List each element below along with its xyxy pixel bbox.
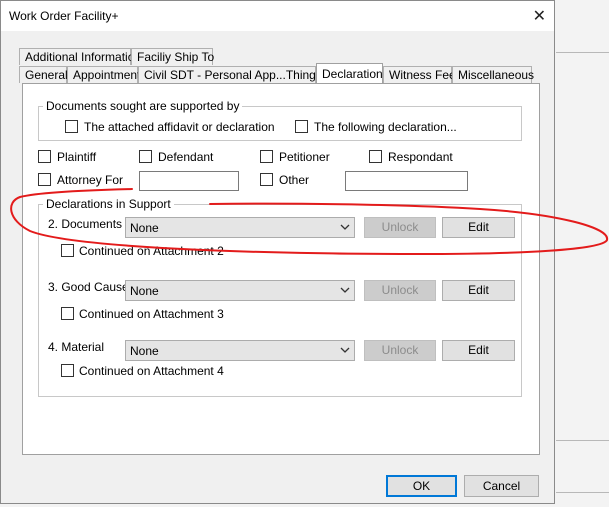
documents-sought-legend: Documents sought are supported by [43, 99, 243, 113]
good-cause-row-label: 3. Good Cause [48, 280, 129, 294]
declarations-legend: Declarations in Support [43, 197, 174, 211]
window-title: Work Order Facility+ [9, 9, 119, 23]
tab-declaration[interactable]: Declaration [316, 63, 383, 83]
tab-label: Civil SDT - Personal App...Things... [144, 68, 332, 82]
continued-attachment-2-label: Continued on Attachment 2 [79, 244, 224, 258]
good-cause-select[interactable]: None [125, 280, 355, 301]
plaintiff-label: Plaintiff [57, 150, 97, 164]
material-row-label: 4. Material [48, 340, 105, 354]
continued-attachment-4-label: Continued on Attachment 4 [79, 364, 224, 378]
continued-attachment-2-checkbox[interactable] [61, 244, 74, 257]
tab-label: Additional Information [25, 50, 142, 64]
petitioner-checkbox[interactable] [260, 150, 273, 163]
tab-label: Declaration [322, 67, 383, 81]
documents-select[interactable]: None [125, 217, 355, 238]
continued-attachment-3-label: Continued on Attachment 3 [79, 307, 224, 321]
tab-additional-information[interactable]: Additional Information [19, 48, 141, 65]
ok-button[interactable]: OK [386, 475, 457, 497]
defendant-label: Defendant [158, 150, 214, 164]
continued-attachment-3-checkbox[interactable] [61, 307, 74, 320]
chevron-down-icon [340, 347, 350, 353]
background-divider [556, 52, 609, 53]
tab-faciliy-ship-to[interactable]: Faciliy Ship To [131, 48, 215, 65]
attached-affidavit-label: The attached affidavit or declaration [84, 120, 275, 134]
other-input[interactable] [345, 171, 468, 191]
tab-label: Witness Fee [389, 68, 456, 82]
plaintiff-checkbox[interactable] [38, 150, 51, 163]
material-edit-button[interactable]: Edit [442, 340, 515, 361]
material-select[interactable]: None [125, 340, 355, 361]
material-select-value: None [130, 344, 159, 358]
tab-label: Faciliy Ship To [137, 50, 215, 64]
respondant-checkbox[interactable] [369, 150, 382, 163]
tab-general[interactable]: General [19, 66, 68, 83]
good-cause-unlock-button[interactable]: Unlock [364, 280, 436, 301]
attorney-for-label: Attorney For [57, 173, 124, 187]
continued-attachment-4-checkbox[interactable] [61, 364, 74, 377]
cancel-button[interactable]: Cancel [464, 475, 539, 497]
defendant-checkbox[interactable] [139, 150, 152, 163]
chevron-down-icon [340, 287, 350, 293]
tab-label: Miscellaneous [458, 68, 535, 82]
documents-edit-button[interactable]: Edit [442, 217, 515, 238]
tab-witness-fee[interactable]: Witness Fee [383, 66, 456, 83]
declaration-panel: Documents sought are supported by The at… [22, 83, 540, 455]
tab-label: Appointment [73, 68, 141, 82]
work-order-dialog: Work Order Facility+ ✕ Additional Inform… [0, 0, 555, 504]
tab-label: General [25, 68, 68, 82]
petitioner-label: Petitioner [279, 150, 330, 164]
attorney-for-input[interactable] [139, 171, 239, 191]
material-unlock-button[interactable]: Unlock [364, 340, 436, 361]
tab-civil-sdt[interactable]: Civil SDT - Personal App...Things... [138, 66, 332, 83]
following-declaration-label: The following declaration... [314, 120, 457, 134]
background-divider [556, 440, 609, 441]
good-cause-edit-button[interactable]: Edit [442, 280, 515, 301]
following-declaration-checkbox[interactable] [295, 120, 308, 133]
tab-appointment[interactable]: Appointment [67, 66, 141, 83]
attorney-for-checkbox[interactable] [38, 173, 51, 186]
title-bar: Work Order Facility+ ✕ [1, 1, 554, 31]
background-divider [556, 492, 609, 493]
chevron-down-icon [340, 224, 350, 230]
attached-affidavit-checkbox[interactable] [65, 120, 78, 133]
documents-unlock-button[interactable]: Unlock [364, 217, 436, 238]
other-label: Other [279, 173, 310, 187]
respondant-label: Respondant [388, 150, 453, 164]
documents-row-label: 2. Documents [48, 217, 123, 231]
tab-miscellaneous[interactable]: Miscellaneous [452, 66, 535, 83]
good-cause-select-value: None [130, 284, 159, 298]
other-checkbox[interactable] [260, 173, 273, 186]
documents-select-value: None [130, 221, 159, 235]
close-icon[interactable]: ✕ [533, 6, 546, 26]
